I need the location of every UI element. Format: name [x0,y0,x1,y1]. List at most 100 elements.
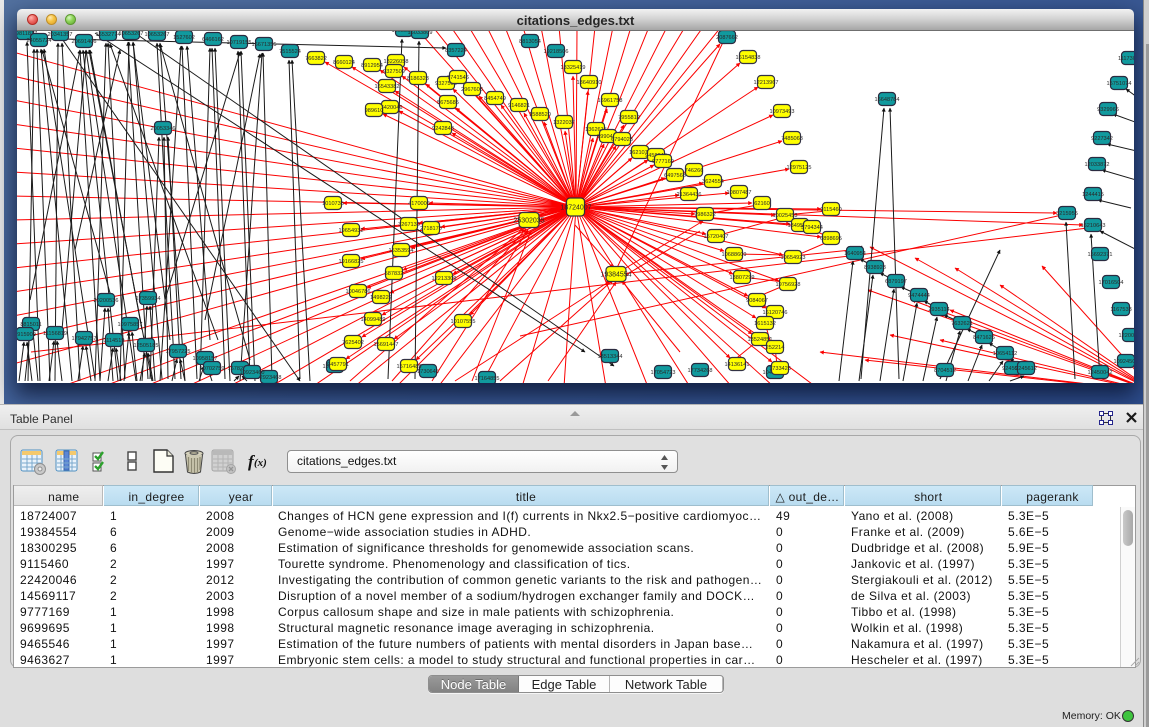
svg-text:9245612: 9245612 [1015,366,1037,372]
svg-text:3267130: 3267130 [398,222,420,228]
svg-text:16033809: 16033809 [408,31,433,36]
svg-text:16532774: 16532774 [96,32,121,38]
svg-text:1733426: 1733426 [769,366,791,372]
svg-text:6794028: 6794028 [611,137,633,143]
svg-text:2935114: 2935114 [928,307,949,313]
svg-text:7515524: 7515524 [279,49,301,55]
svg-text:15691447: 15691447 [374,342,399,348]
svg-text:7741546: 7741546 [447,75,469,81]
svg-text:8813054: 8813054 [519,39,541,45]
svg-text:5794344: 5794344 [801,225,823,231]
svg-text:8704512: 8704512 [934,368,956,374]
svg-text:11173046: 11173046 [1118,56,1134,62]
svg-text:9457791: 9457791 [327,362,349,368]
svg-text:19166825: 19166825 [339,259,364,265]
svg-text:1114519: 1114519 [104,338,125,344]
svg-text:252214: 252214 [766,345,785,351]
svg-text:9329966: 9329966 [1097,107,1119,113]
svg-text:10702759: 10702759 [200,366,225,372]
svg-text:8912954: 8912954 [361,63,383,69]
svg-text:9084067: 9084067 [746,298,768,304]
svg-text:18513344: 18513344 [598,354,623,360]
svg-text:989610: 989610 [365,108,384,114]
svg-text:15720407: 15720407 [704,234,729,240]
svg-text:20341357: 20341357 [48,32,73,38]
svg-text:1244415: 1244415 [1082,192,1104,198]
svg-text:20200536: 20200536 [94,298,119,304]
svg-text:9227342: 9227342 [1091,136,1113,142]
svg-text:17164855: 17164855 [475,376,500,382]
svg-text:9146821: 9146821 [508,103,530,109]
svg-text:12505185: 12505185 [134,343,159,349]
svg-text:9115460: 9115460 [820,207,841,213]
svg-text:25302035: 25302035 [513,218,544,225]
svg-text:62160: 62160 [754,201,770,207]
svg-text:7625402: 7625402 [342,340,364,346]
svg-text:7955812: 7955812 [618,115,640,121]
svg-text:587832: 587832 [385,271,404,277]
svg-text:746266: 746266 [685,168,704,174]
svg-text:14136141: 14136141 [725,362,750,368]
svg-text:3215955: 3215955 [1056,211,1078,217]
svg-text:10688609: 10688609 [722,252,747,258]
svg-text:3624554: 3624554 [702,179,724,185]
svg-text:1498222: 1498222 [370,295,392,301]
svg-text:2967608: 2967608 [461,87,483,93]
svg-text:10654923: 10654923 [781,255,806,261]
svg-text:18724007: 18724007 [560,205,591,212]
svg-text:19654932: 19654932 [339,228,364,234]
svg-text:1527602: 1527602 [173,35,195,41]
svg-text:17942757: 17942757 [72,336,97,342]
svg-text:11156819: 11156819 [43,331,67,337]
svg-text:7485063: 7485063 [781,136,803,142]
svg-text:6466162: 6466162 [202,37,224,43]
svg-text:(x): (x) [254,457,267,469]
svg-text:12213309: 12213309 [432,276,457,282]
svg-text:6898695: 6898695 [820,236,842,242]
svg-text:1640954: 1640954 [844,251,866,257]
svg-text:10654112: 10654112 [993,351,1017,357]
svg-text:17734268: 17734268 [688,368,713,374]
svg-text:16154838: 16154838 [736,55,761,61]
svg-text:1322037: 1322037 [553,120,575,126]
svg-text:18640910: 18640910 [577,80,602,86]
svg-text:16210643: 16210643 [1081,223,1106,229]
svg-text:3915909: 3915909 [17,332,36,338]
svg-text:7632621: 7632621 [951,321,973,327]
svg-text:10924502: 10924502 [1114,359,1134,365]
svg-text:9474444: 9474444 [908,293,930,299]
svg-text:8471626: 8471626 [973,335,995,341]
svg-text:2718170: 2718170 [420,226,442,232]
svg-text:13325419: 13325419 [561,65,586,71]
svg-text:17359934: 17359934 [136,296,161,302]
svg-text:8454749: 8454749 [484,96,506,102]
svg-text:15716485: 15716485 [397,364,422,370]
svg-text:16543382: 16543382 [375,84,400,90]
svg-text:12200434: 12200434 [1119,333,1134,339]
svg-text:10923460: 10923460 [240,370,265,376]
svg-text:8660124: 8660124 [333,60,355,66]
svg-text:16353594: 16353594 [389,248,414,254]
svg-text:7986322: 7986322 [694,212,716,218]
svg-text:16671355: 16671355 [252,42,277,48]
svg-text:20691406: 20691406 [72,39,97,45]
svg-text:12450042: 12450042 [1088,370,1113,376]
svg-text:12213967: 12213967 [754,80,779,86]
svg-text:1615132: 1615132 [754,321,776,327]
svg-text:16120746: 16120746 [763,310,788,316]
svg-text:20053346: 20053346 [151,126,176,132]
svg-text:19384554: 19384554 [600,272,631,279]
svg-text:10653267: 10653267 [145,32,170,38]
svg-text:10653267: 10653267 [119,31,144,37]
svg-text:9777169: 9777169 [652,159,674,165]
svg-text:8357224: 8357224 [445,48,467,54]
svg-text:1588520: 1588520 [529,112,551,118]
svg-text:4170006: 4170006 [408,201,430,207]
svg-text:2087662: 2087662 [716,35,738,41]
svg-text:10046786: 10046786 [346,289,371,295]
svg-text:9327509: 9327509 [383,69,405,75]
svg-text:5675685: 5675685 [437,100,459,106]
svg-text:10719155: 10719155 [227,40,252,46]
svg-text:10973493: 10973493 [770,109,795,115]
svg-text:10975857: 10975857 [118,322,143,328]
